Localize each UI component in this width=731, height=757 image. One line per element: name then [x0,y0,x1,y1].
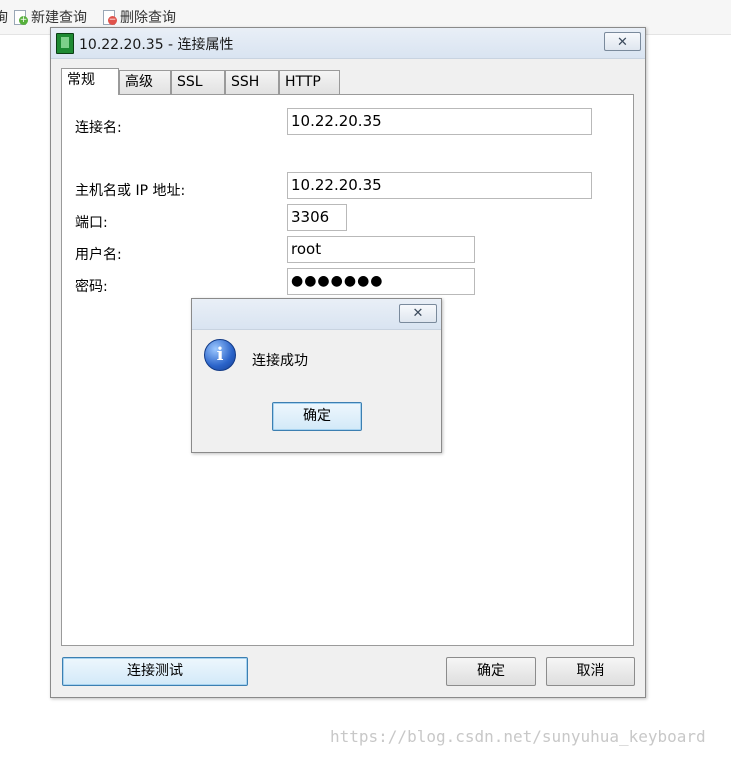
dialog-title: 10.22.20.35 - 连接属性 [79,37,234,53]
messagebox-ok-button[interactable]: 确定 [272,402,362,431]
dialog-close-button[interactable]: ✕ [604,32,641,51]
username-label: 用户名: [75,247,122,263]
delete-query-button[interactable]: − 删除查询 [101,7,176,27]
host-input[interactable]: 10.22.20.35 [287,172,592,199]
ok-button[interactable]: 确定 [446,657,536,686]
tab-ssh[interactable]: SSH [225,70,279,94]
messagebox-close-button[interactable]: ✕ [399,304,437,323]
host-label: 主机名或 IP 地址: [75,183,186,199]
username-input[interactable]: root [287,236,475,263]
tab-ssl[interactable]: SSL [171,70,225,94]
delete-query-label: 删除查询 [120,10,176,26]
toolbar-partial-item[interactable]: 询 [0,7,8,27]
info-icon: i [204,339,236,371]
messagebox-titlebar[interactable]: ✕ [192,299,441,330]
tab-http[interactable]: HTTP [279,70,340,94]
dialog-titlebar[interactable]: 10.22.20.35 - 连接属性 ✕ [51,28,645,59]
toolbar-partial-label: 询 [0,10,8,26]
cancel-button[interactable]: 取消 [546,657,635,686]
watermark: https://blog.csdn.net/sunyuhua_keyboard [330,727,706,746]
app-icon [56,33,74,54]
password-label: 密码: [75,279,108,295]
connection-success-messagebox: ✕ i 连接成功 确定 [191,298,442,453]
delete-query-icon: − [101,9,117,25]
connection-name-label: 连接名: [75,120,122,136]
new-query-icon: + [12,9,28,25]
password-input[interactable]: ●●●●●●● [287,268,475,295]
message-text: 连接成功 [252,353,308,369]
tab-general[interactable]: 常规 [61,68,119,95]
connection-name-input[interactable]: 10.22.20.35 [287,108,592,135]
new-query-button[interactable]: + 新建查询 [12,7,87,27]
test-connection-button[interactable]: 连接测试 [62,657,248,686]
tab-advanced[interactable]: 高级 [119,70,171,94]
close-icon: ✕ [412,306,424,321]
port-label: 端口: [75,215,108,231]
new-query-label: 新建查询 [31,10,87,26]
port-input[interactable]: 3306 [287,204,347,231]
close-icon: ✕ [617,35,628,50]
